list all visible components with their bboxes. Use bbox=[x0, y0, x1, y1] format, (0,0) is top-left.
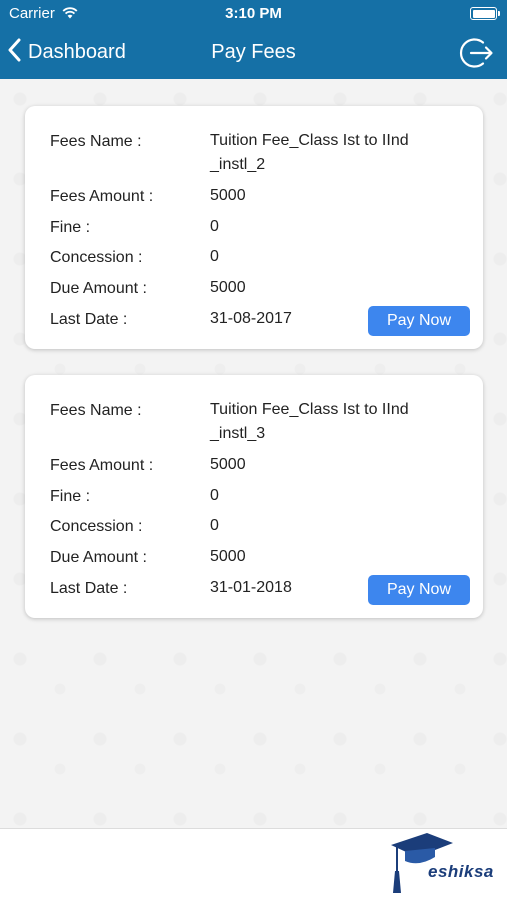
concession-value: 0 bbox=[210, 517, 219, 534]
last-date-label: Last Date : bbox=[50, 311, 128, 328]
fine-label: Fine : bbox=[50, 488, 91, 505]
fee-card: Fees Name : Tuition Fee_Class Ist to IIn… bbox=[25, 106, 483, 349]
concession-label: Concession : bbox=[50, 518, 143, 535]
fine-value: 0 bbox=[210, 218, 219, 235]
top-bar: Carrier 3:10 PM Dashboard Pay Fees bbox=[0, 0, 507, 79]
battery-icon bbox=[470, 7, 500, 20]
fees-name-line1: Tuition Fee_Class Ist to IInd bbox=[210, 132, 409, 149]
pay-now-button[interactable]: Pay Now bbox=[368, 575, 470, 605]
due-amount-label: Due Amount : bbox=[50, 280, 147, 297]
concession-value: 0 bbox=[210, 248, 219, 265]
fees-amount-label: Fees Amount : bbox=[50, 188, 154, 205]
page-title: Pay Fees bbox=[211, 41, 296, 63]
footer: eshiksa bbox=[0, 828, 507, 900]
fees-name-line2: _instl_2 bbox=[210, 156, 266, 173]
pay-now-button[interactable]: Pay Now bbox=[368, 306, 470, 336]
fees-name-line2: _instl_3 bbox=[210, 425, 266, 442]
fine-label: Fine : bbox=[50, 219, 91, 236]
fees-name-line1: Tuition Fee_Class Ist to IInd bbox=[210, 401, 409, 418]
concession-label: Concession : bbox=[50, 249, 143, 266]
fee-card: Fees Name : Tuition Fee_Class Ist to IIn… bbox=[25, 375, 483, 618]
fees-amount-value: 5000 bbox=[210, 456, 246, 473]
due-amount-label: Due Amount : bbox=[50, 549, 147, 566]
fine-value: 0 bbox=[210, 487, 219, 504]
last-date-label: Last Date : bbox=[50, 580, 128, 597]
fees-name-label: Fees Name : bbox=[50, 133, 142, 150]
status-time: 3:10 PM bbox=[225, 5, 282, 22]
fees-list: Fees Name : Tuition Fee_Class Ist to IIn… bbox=[0, 79, 507, 828]
due-amount-value: 5000 bbox=[210, 548, 246, 565]
fees-amount-value: 5000 bbox=[210, 187, 246, 204]
logout-icon[interactable] bbox=[459, 35, 495, 71]
fees-amount-label: Fees Amount : bbox=[50, 457, 154, 474]
status-bar: Carrier 3:10 PM bbox=[0, 0, 507, 28]
logo-text: eshiksa bbox=[428, 862, 494, 881]
fees-name-value: Tuition Fee_Class Ist to IInd _instl_2 bbox=[210, 129, 440, 177]
fees-name-label: Fees Name : bbox=[50, 402, 142, 419]
nav-bar: Dashboard Pay Fees bbox=[0, 28, 507, 79]
fees-name-value: Tuition Fee_Class Ist to IInd _instl_3 bbox=[210, 398, 440, 446]
due-amount-value: 5000 bbox=[210, 279, 246, 296]
